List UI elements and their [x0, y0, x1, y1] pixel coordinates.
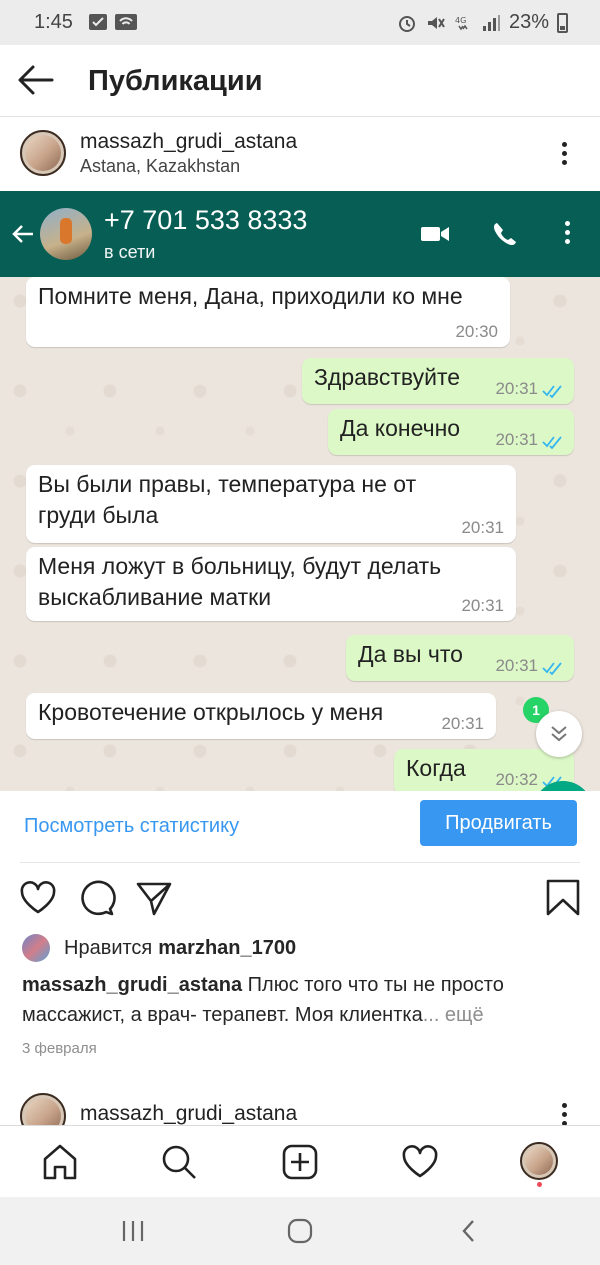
notification-dot [537, 1182, 542, 1187]
chat-message-out: Да вы что 20:31 [346, 635, 574, 681]
arrow-left-icon[interactable] [16, 63, 56, 97]
next-post-avatar[interactable] [20, 1093, 66, 1125]
svg-text:4G: 4G [455, 16, 466, 25]
divider [20, 862, 580, 863]
message-time: 20:30 [455, 322, 498, 341]
page-title: Публикации [88, 65, 263, 97]
next-post-more-icon[interactable] [560, 1103, 568, 1125]
mute-icon [427, 16, 445, 29]
chat-message-out: Да конечно 20:31 [328, 409, 574, 455]
read-ticks-icon [542, 436, 562, 449]
message-text: Вы были правы, температура не от груди б… [38, 471, 417, 528]
message-time: 20:31 [495, 430, 538, 449]
next-post-username[interactable]: massazh_grudi_astana [80, 1102, 297, 1125]
promote-button[interactable]: Продвигать [420, 800, 577, 846]
message-time: 20:31 [495, 379, 538, 398]
like-heart-icon[interactable] [18, 878, 58, 918]
likes-prefix: Нравится [64, 936, 153, 959]
liker-username[interactable]: marzhan_1700 [158, 937, 296, 960]
scroll-down-button [536, 711, 582, 757]
more-options-icon[interactable] [560, 142, 568, 168]
likes-row[interactable]: Нравится marzhan_1700 [22, 932, 296, 964]
contact-avatar [40, 208, 92, 260]
post-date: 3 февраля [22, 1040, 97, 1057]
battery-percent: 23% [508, 11, 549, 33]
chat-message-out: Здравствуйте 20:31 [302, 358, 574, 404]
recent-apps-icon[interactable] [118, 1217, 148, 1245]
wifi-icon [115, 14, 137, 30]
message-text: Кровотечение открылось у меня [38, 699, 384, 725]
comment-icon[interactable] [77, 878, 117, 918]
search-icon[interactable] [159, 1142, 199, 1182]
signal-icon [482, 14, 500, 31]
status-time: 1:45 [34, 11, 73, 33]
profile-avatar[interactable] [520, 1142, 558, 1180]
alarm-icon [398, 15, 415, 32]
voice-call-icon [493, 223, 516, 246]
system-home-icon[interactable] [285, 1217, 315, 1245]
contact-phone: +7 701 533 8333 [104, 205, 308, 235]
chat-message-in: Меня ложут в больницу, будут делать выск… [26, 547, 516, 621]
chat-message-in: Вы были правы, температура не от груди б… [26, 465, 516, 543]
read-ticks-icon [542, 385, 562, 398]
chat-header: +7 701 533 8333 в сети [0, 191, 600, 277]
message-time: 20:31 [461, 518, 504, 537]
message-text: Меня ложут в больницу, будут делать выск… [38, 553, 442, 610]
contact-presence: в сети [104, 242, 156, 262]
chat-message-in: Кровотечение открылось у меня 20:31 [26, 693, 496, 739]
battery-icon [557, 12, 568, 33]
home-icon[interactable] [40, 1142, 80, 1182]
chat-menu-icon [563, 221, 571, 247]
message-time: 20:31 [441, 714, 484, 733]
next-post-header: massazh_grudi_astana [0, 1085, 600, 1125]
status-right: 4G 23% [397, 11, 568, 34]
bookmark-icon[interactable] [543, 878, 583, 918]
liker-avatar [22, 934, 50, 962]
message-time: 20:31 [495, 656, 538, 675]
view-stats-link[interactable]: Посмотреть статистику [24, 815, 239, 838]
share-icon[interactable] [134, 878, 174, 918]
add-post-icon[interactable] [280, 1142, 320, 1182]
4g-icon: 4G [455, 16, 468, 30]
message-text: Когда [406, 755, 466, 781]
video-call-icon [421, 227, 449, 241]
post-avatar[interactable] [20, 130, 66, 176]
status-bar: 1:45 4G 23% [0, 0, 600, 45]
message-text: Помните меня, Дана, приходили ко мне [38, 283, 463, 309]
message-time: 20:31 [461, 596, 504, 615]
system-nav-bar [0, 1197, 600, 1265]
activity-heart-icon[interactable] [400, 1142, 440, 1182]
post-location[interactable]: Astana, Kazakhstan [80, 156, 240, 177]
read-ticks-icon [542, 662, 562, 675]
double-chevron-down-icon [551, 726, 567, 742]
system-back-icon[interactable] [455, 1217, 485, 1245]
app-header: Публикации [0, 45, 600, 117]
chat-message-in: Помните меня, Дана, приходили ко мне 20:… [26, 277, 510, 347]
message-icon [89, 14, 107, 30]
post-header: massazh_grudi_astana Astana, Kazakhstan [0, 118, 600, 191]
post-username[interactable]: massazh_grudi_astana [80, 130, 297, 154]
bottom-tab-bar [0, 1125, 600, 1197]
caption-more-link[interactable]: ... ещё [423, 1004, 484, 1026]
caption-username[interactable]: massazh_grudi_astana [22, 974, 242, 996]
chat-back-icon [12, 225, 33, 243]
message-time: 20:32 [495, 770, 538, 789]
post-image[interactable]: +7 701 533 8333 в сети Помните меня, Дан… [0, 191, 600, 791]
post-caption: massazh_grudi_astana Плюс того что ты не… [22, 970, 582, 1030]
